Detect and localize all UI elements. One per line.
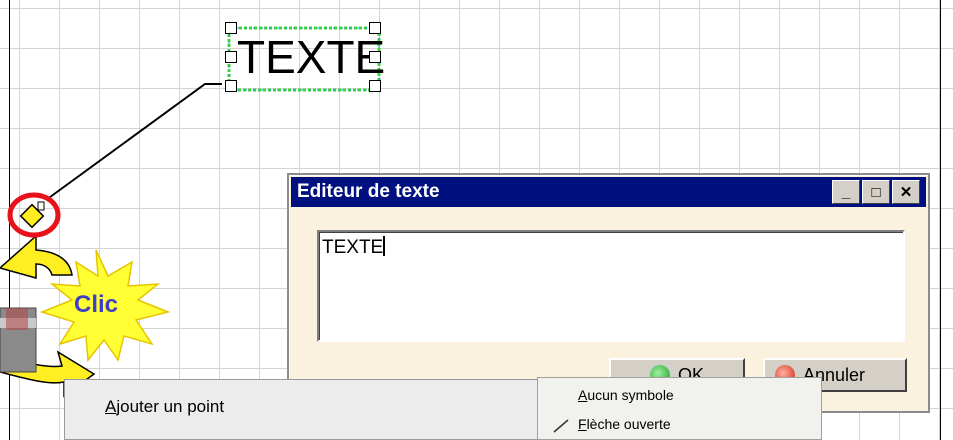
resize-handle-mr[interactable]	[369, 51, 381, 63]
text-entity-label: TEXTE	[237, 31, 386, 83]
submenu-item-open-arrow[interactable]: Flèche ouverte	[578, 416, 671, 432]
anchor-handle-icon	[19, 201, 45, 229]
text-editor-field[interactable]: TEXTE	[317, 230, 905, 342]
text-entity[interactable]: TEXTE	[225, 22, 385, 92]
editor-text: TEXTE	[322, 237, 384, 258]
dialog-title: Editeur de texte	[297, 181, 440, 202]
submenu-item-no-symbol-label: ucun symbole	[587, 387, 674, 403]
resize-handle-tr[interactable]	[369, 22, 381, 34]
menu-item-add-point[interactable]: Ajouter un point	[105, 397, 224, 417]
submenu-item-open-arrow-label: lèche ouverte	[586, 416, 671, 432]
text-caret	[383, 236, 386, 256]
menu-item-add-point-label: jouter un point	[116, 397, 225, 416]
window-controls: _ □ ✕	[832, 180, 920, 204]
resize-handle-br[interactable]	[369, 80, 381, 92]
resize-handle-bl[interactable]	[225, 80, 237, 92]
minimize-button[interactable]: _	[832, 180, 860, 204]
submenu-item-no-symbol-accel: A	[578, 387, 588, 403]
close-button[interactable]: ✕	[892, 180, 920, 204]
curved-arrow-icon	[0, 234, 73, 279]
symbol-submenu: Aucun symbole Flèche ouverte	[537, 377, 822, 440]
leader-line	[45, 83, 222, 201]
menu-item-add-point-accel: A	[105, 397, 117, 416]
resize-handle-tl[interactable]	[225, 22, 237, 34]
dialog-titlebar[interactable]: Editeur de texte _ □ ✕	[291, 177, 926, 207]
submenu-item-no-symbol[interactable]: Aucun symbole	[578, 387, 674, 403]
open-arrow-icon	[553, 419, 569, 433]
resize-handle-ml[interactable]	[225, 51, 237, 63]
maximize-button[interactable]: □	[862, 180, 890, 204]
clic-callout: Clic	[74, 291, 119, 318]
submenu-item-open-arrow-accel: F	[578, 416, 587, 432]
